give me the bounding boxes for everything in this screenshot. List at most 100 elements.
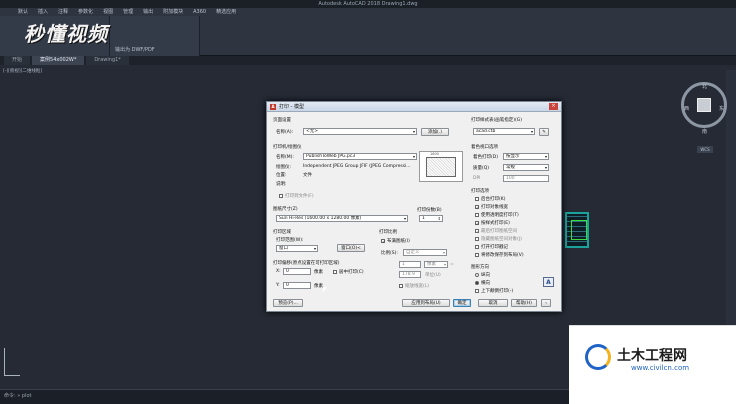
wcs-menu[interactable]: WCS bbox=[697, 146, 713, 153]
plotter-value: Independent JPEG Group JFIF (JPEG Compre… bbox=[303, 164, 411, 169]
compass-east: 东 bbox=[719, 106, 725, 112]
preview-button[interactable]: 预览(P)... bbox=[273, 299, 303, 307]
page-setup-select[interactable]: <无> ▾ bbox=[303, 128, 417, 135]
option-label: 打印对象线宽 bbox=[481, 205, 508, 210]
scale-unit1: 像素 bbox=[427, 262, 436, 267]
option-background-checkbox[interactable]: 后台打印(K) bbox=[475, 196, 505, 202]
offset-y-value: 0 bbox=[286, 283, 289, 288]
center-plot-label: 居中打印(C) bbox=[339, 270, 364, 275]
option-plot-stamp-checkbox[interactable]: 打开打印戳记 bbox=[475, 244, 508, 250]
checkbox-box: ✓ bbox=[475, 229, 480, 234]
dpi-field[interactable]: 100 bbox=[503, 175, 549, 182]
printer-select[interactable]: PublishToWeb JPG.pc3 ▾ bbox=[303, 153, 417, 160]
scale-value2-field[interactable]: 178.9 bbox=[399, 271, 421, 278]
video-logo: 秒懂视频 bbox=[24, 22, 108, 46]
shade-plot-label: 着色打印(D) bbox=[473, 155, 498, 160]
offset-x-unit: 像素 bbox=[314, 270, 323, 275]
upside-down-checkbox[interactable]: 上下颠倒打印(-) bbox=[475, 288, 513, 294]
ribbon-tabs: 默认 插入 注释 参数化 视图 管理 输出 附加模块 A360 精选应用 bbox=[0, 8, 236, 16]
option-save-changes-checkbox[interactable]: 将修改保存到布局(V) bbox=[475, 252, 524, 258]
dialog-titlebar: A 打印 - 模型 × bbox=[267, 102, 561, 112]
preview-dimension: 1600 bbox=[430, 152, 439, 156]
drawing-object bbox=[565, 212, 589, 248]
command-prompt: 命令: bbox=[4, 393, 16, 399]
printer-name-label: 名称(M): bbox=[276, 155, 294, 160]
option-lineweights-checkbox[interactable]: ✓ 打印对象线宽 bbox=[475, 204, 508, 210]
ok-button[interactable]: 确定 bbox=[453, 299, 471, 307]
checkbox-box bbox=[399, 284, 403, 288]
offset-x-label: X: bbox=[276, 269, 281, 274]
option-transparency-checkbox[interactable]: 使用透明度打印(T) bbox=[475, 212, 519, 218]
ribbon-tab[interactable]: 精选应用 bbox=[216, 8, 236, 16]
apply-to-layout-button[interactable]: 应用到布局(U) bbox=[402, 299, 450, 307]
checkbox-box bbox=[333, 270, 337, 274]
help-button[interactable]: 帮助(H) bbox=[511, 299, 537, 307]
page-setup-name-label: 名称(A): bbox=[276, 130, 294, 135]
plot-range-select[interactable]: 窗口 ▾ bbox=[276, 245, 318, 252]
watermark: 土木工程网 www.civilcn.com bbox=[569, 325, 736, 404]
scale-unit-select[interactable]: 像素 ▾ bbox=[424, 261, 448, 268]
tab-start[interactable]: 开始 bbox=[4, 56, 31, 65]
ribbon-tab[interactable]: 管理 bbox=[123, 8, 133, 16]
scale-select[interactable]: 自定义 ▾ bbox=[403, 249, 447, 256]
plot-dialog: A 打印 - 模型 × 页面设置 名称(A): <无> ▾ 添加(.) 打印机/绘… bbox=[266, 101, 562, 312]
plot-to-file-checkbox[interactable]: 打印到文件(F) bbox=[279, 193, 314, 199]
navigation-bar bbox=[726, 70, 736, 340]
offset-y-field[interactable]: 0 bbox=[283, 282, 311, 289]
ribbon-tab[interactable]: 输出 bbox=[143, 8, 153, 16]
plot-range-label: 打印范围(W): bbox=[276, 238, 304, 243]
viewport-controls-label[interactable]: [-][俯视][二维线框] bbox=[3, 68, 42, 74]
scale-value1-field[interactable]: 1 bbox=[399, 261, 421, 268]
ribbon-tab[interactable]: 默认 bbox=[18, 8, 28, 16]
ribbon-tab[interactable]: 参数化 bbox=[78, 8, 93, 16]
center-plot-checkbox[interactable]: 居中打印(C) bbox=[333, 269, 364, 275]
spinner-icon: ⇕ bbox=[437, 216, 441, 221]
copies-stepper[interactable]: 1 ⇕ bbox=[419, 215, 443, 222]
checkbox-box: ✓ bbox=[381, 239, 386, 244]
window-pick-button[interactable]: 窗口(O)< bbox=[337, 244, 365, 252]
cancel-button[interactable]: 取消 bbox=[478, 299, 508, 307]
plot-to-file-label: 打印到文件(F) bbox=[285, 194, 314, 199]
tab-drawing1[interactable]: Drawing1* bbox=[86, 56, 129, 65]
fit-paper-checkbox[interactable]: ✓ 布满图纸(I) bbox=[381, 238, 410, 244]
option-hide-objects-checkbox[interactable]: 隐藏图纸空间对象(J) bbox=[475, 236, 522, 242]
description-label: 说明: bbox=[276, 182, 287, 187]
scale-lineweights-checkbox[interactable]: 缩放线宽(L) bbox=[399, 283, 429, 289]
edit-style-button[interactable]: ✎ bbox=[539, 128, 549, 136]
dpi-value: 100 bbox=[506, 176, 515, 181]
scale-value2: 178.9 bbox=[402, 272, 415, 277]
page-setup-heading: 页面设置 bbox=[273, 118, 291, 123]
output-dwf-pdf-label[interactable]: 输出为 DWF/PDF bbox=[115, 46, 155, 53]
location-value: 文件 bbox=[303, 173, 312, 178]
option-styles-checkbox[interactable]: ✓ 按样式打印(E) bbox=[475, 220, 510, 226]
expand-dialog-button[interactable]: ‹ bbox=[541, 299, 551, 307]
page-setup-value: <无> bbox=[306, 129, 319, 134]
style-table-heading: 打印样式表(画笔指定)(G) bbox=[471, 118, 523, 123]
ribbon-tab[interactable]: 插入 bbox=[38, 8, 48, 16]
shade-plot-select[interactable]: 按显示 ▾ bbox=[503, 153, 549, 160]
tab-drawing-active[interactable]: 案例54x002W* bbox=[32, 56, 85, 65]
paper-size-select[interactable]: Sun Hi-Res (1600.00 x 1280.00 像素) ▾ bbox=[276, 215, 408, 222]
offset-x-field[interactable]: 0 bbox=[283, 268, 311, 275]
add-page-setup-button[interactable]: 添加(.) bbox=[421, 128, 449, 136]
ribbon-tab[interactable]: A360 bbox=[193, 8, 206, 16]
ribbon-tab[interactable]: 附加模块 bbox=[163, 8, 183, 16]
close-icon[interactable]: × bbox=[549, 103, 558, 110]
app-title: Autodesk AutoCAD 2018 Drawing1.dwg bbox=[0, 0, 736, 8]
copies-value: 1 bbox=[422, 216, 425, 221]
chevron-left-icon: ‹ bbox=[545, 301, 547, 306]
viewcube-label: 上 bbox=[702, 106, 708, 112]
chevron-down-icon: ▾ bbox=[443, 262, 446, 267]
ribbon-tab[interactable]: 视图 bbox=[103, 8, 113, 16]
portrait-radio[interactable]: 纵向 bbox=[475, 272, 490, 278]
radio-circle bbox=[475, 273, 479, 277]
option-paperspace-last-checkbox[interactable]: ✓ 最后打印图纸空间 bbox=[475, 228, 517, 234]
ribbon-tab[interactable]: 注释 bbox=[58, 8, 68, 16]
checkbox-box bbox=[475, 197, 479, 201]
landscape-radio[interactable]: 横向 bbox=[475, 280, 490, 286]
quality-select[interactable]: 常规 ▾ bbox=[503, 164, 549, 171]
printer-heading: 打印机/绘图仪 bbox=[273, 145, 302, 150]
paper-size-heading: 图纸尺寸(Z) bbox=[273, 207, 298, 212]
style-table-select[interactable]: acad.ctb ▾ bbox=[473, 128, 535, 135]
plot-offset-heading: 打印偏移(原点设置在可打印区域) bbox=[273, 261, 340, 266]
